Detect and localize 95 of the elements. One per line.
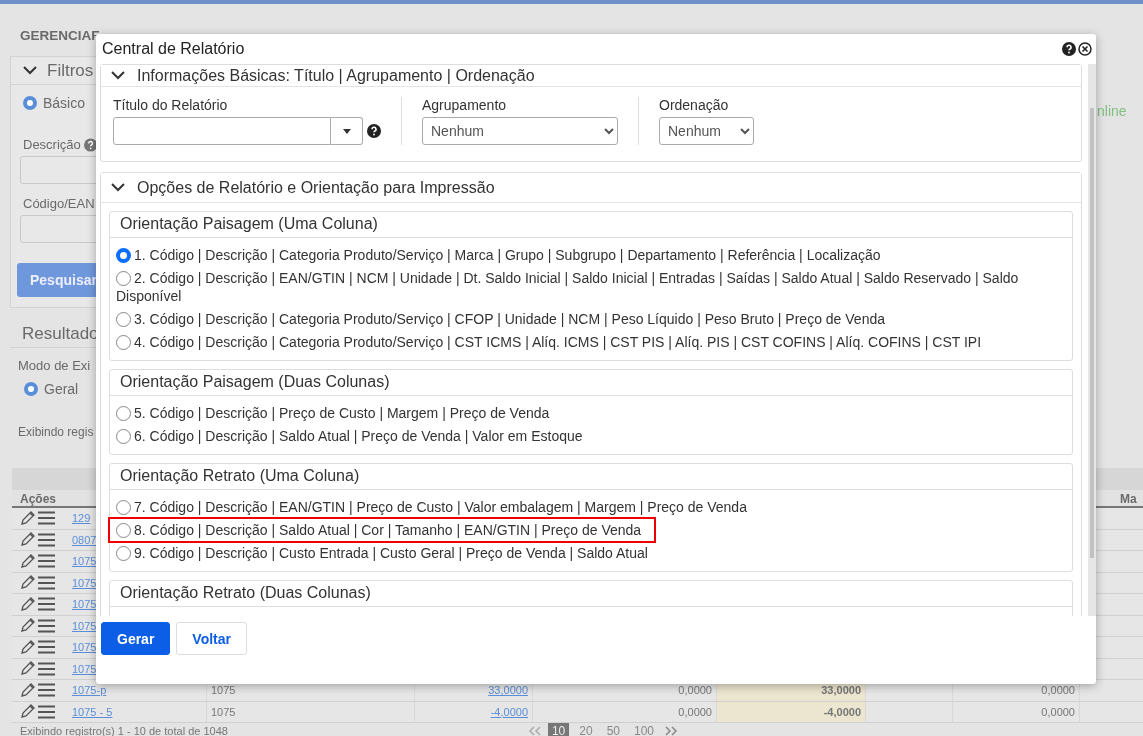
section-header[interactable]: Informações Básicas: Título | Agrupamento | Ordenação [101, 65, 1081, 87]
report-option[interactable]: 2. Código | Descrição | EAN/GTIN | NCM | Unidade | Dt. Saldo Inicial | Saldo Inicial | Entradas | Saídas | Saldo Atual | Saldo Reservado | Saldo Disponível [110, 267, 1072, 307]
report-option[interactable]: 4. Código | Descrição | Categoria Produto/Serviço | CST ICMS | Alíq. ICMS | CST PIS | Alíq. PIS | CST COFINS | Alíq. COFINS | CST IPI [110, 331, 1072, 353]
report-option[interactable]: 7. Código | Descrição | EAN/GTIN | Preço de Custo | Valor embalagem | Margem | Preço de Venda [110, 496, 1072, 518]
pencil-icon[interactable] [20, 596, 35, 612]
pencil-icon[interactable] [20, 553, 35, 569]
value-link[interactable]: 33,0000 [488, 684, 528, 696]
table-cell: -4,0000 [717, 701, 866, 723]
radio-button[interactable] [116, 523, 131, 538]
grouping-select[interactable]: Nenhum [422, 117, 618, 145]
page-button[interactable]: 10 [547, 723, 570, 736]
radio-button[interactable] [116, 271, 131, 286]
page-title: GERENCIAF [20, 28, 100, 43]
pencil-icon[interactable] [20, 532, 35, 548]
report-option[interactable]: 8. Código | Descrição | Saldo Atual | Cor | Tamanho | EAN/GTIN | Preço de Venda [110, 519, 654, 541]
section-header[interactable]: Opções de Relatório e Orientação para Impressão [101, 173, 1081, 203]
records-info: Exibindo regis [17, 424, 95, 441]
code-link[interactable]: 0807 [72, 533, 97, 546]
radio-button[interactable] [116, 335, 131, 350]
code-link[interactable]: 1075 [72, 641, 97, 653]
pencil-icon[interactable] [20, 682, 35, 698]
radio-button[interactable] [116, 248, 131, 263]
panel-title: Filtros [47, 60, 94, 81]
pencil-icon[interactable] [20, 618, 35, 634]
scrollbar[interactable] [1088, 64, 1096, 616]
field-label: Descrição [23, 137, 81, 152]
radio-label: Geral [44, 381, 79, 397]
radio-button[interactable] [116, 312, 131, 327]
page-button[interactable]: 20 [575, 723, 597, 736]
menu-icon[interactable] [38, 575, 55, 590]
radio-button[interactable] [116, 546, 131, 561]
menu-icon[interactable] [38, 554, 55, 569]
status-text: nline [1097, 103, 1127, 119]
group-title: Orientação Paisagem (Duas Colunas) [110, 370, 1072, 396]
menu-icon[interactable] [38, 683, 55, 698]
code-link[interactable]: 1075 [72, 576, 97, 589]
chevron-down-icon [111, 183, 125, 192]
report-option[interactable]: 3. Código | Descrição | Categoria Produto/Serviço | CFOP | Unidade | NCM | Peso Líquido | Peso Bruto | Preço de Venda [110, 308, 1072, 330]
back-button[interactable]: Voltar [176, 622, 247, 655]
field-label: Código/EAN [23, 196, 95, 211]
value-link[interactable]: -4,0000 [490, 705, 528, 718]
table-cell: 0,0000 [533, 701, 717, 723]
code-link[interactable]: 1075 [72, 662, 97, 675]
code-link[interactable]: 1075 - 5 [72, 705, 113, 718]
report-option[interactable]: 1. Código | Descrição | Categoria Produto/Serviço | Marca | Grupo | Subgrupo | Departamento | Referência | Localização [110, 244, 1072, 266]
caret-icon [342, 128, 351, 134]
close-icon[interactable] [1078, 42, 1092, 56]
menu-icon[interactable] [38, 618, 55, 633]
group-title: Orientação Paisagem (Uma Coluna) [110, 212, 1072, 238]
panel-title: Resultado [22, 323, 99, 344]
last-page-icon[interactable] [664, 726, 678, 736]
code-link[interactable]: 129 [72, 512, 91, 524]
radio-button[interactable] [116, 406, 131, 421]
menu-icon[interactable] [38, 704, 55, 719]
radio-button[interactable] [116, 429, 131, 444]
help-icon[interactable] [367, 124, 381, 138]
pencil-icon[interactable] [20, 661, 35, 677]
group-title: Orientação Retrato (Uma Coluna) [110, 464, 1072, 490]
table-cell: 0,0000 [953, 701, 1080, 723]
dialog-title: Central de Relatório [102, 40, 245, 58]
menu-icon[interactable] [38, 597, 55, 612]
pencil-icon[interactable] [20, 639, 35, 655]
dropdown-button[interactable] [331, 117, 363, 145]
page-button[interactable]: 50 [602, 723, 624, 736]
radio-button[interactable] [24, 382, 38, 396]
report-option[interactable]: 6. Código | Descrição | Saldo Atual | Preço de Venda | Valor em Estoque [110, 425, 1072, 447]
code-link[interactable]: 1075 [72, 598, 97, 610]
field-label: Ordenação [659, 97, 730, 113]
radio-button[interactable] [23, 96, 37, 110]
report-option[interactable]: 9. Código | Descrição | Custo Entrada | Custo Geral | Preço de Venda | Saldo Atual [110, 542, 1072, 564]
field-label: Título do Relatório [113, 97, 229, 113]
code-link[interactable]: 1075-p [72, 684, 107, 696]
input-field[interactable] [113, 117, 331, 145]
pencil-icon[interactable] [20, 510, 35, 526]
pencil-icon[interactable] [20, 575, 35, 591]
menu-icon[interactable] [38, 532, 55, 547]
field-label: Agrupamento [422, 97, 508, 113]
table-cell: 1075 [207, 701, 415, 723]
menu-icon[interactable] [38, 511, 55, 526]
menu-icon[interactable] [38, 640, 55, 655]
ordering-select[interactable]: Nenhum [659, 117, 754, 145]
chevron-down-icon [23, 66, 37, 75]
help-icon[interactable] [1062, 42, 1076, 56]
page-button[interactable]: 100 [630, 723, 658, 736]
report-option[interactable]: 5. Código | Descrição | Preço de Custo | Margem | Preço de Venda [110, 402, 1072, 424]
code-link[interactable]: 1075 [72, 555, 97, 567]
generate-button[interactable]: Gerar [101, 622, 171, 655]
group-title: Orientação Retrato (Duas Colunas) [110, 581, 1072, 607]
radio-button[interactable] [116, 500, 131, 515]
code-link[interactable]: 1075 [72, 619, 97, 632]
menu-icon[interactable] [38, 661, 55, 676]
chevron-down-icon [111, 71, 125, 80]
pencil-icon[interactable] [20, 704, 35, 720]
field-label: Modo de Exi [18, 358, 91, 373]
radio-label: Básico [43, 95, 86, 111]
